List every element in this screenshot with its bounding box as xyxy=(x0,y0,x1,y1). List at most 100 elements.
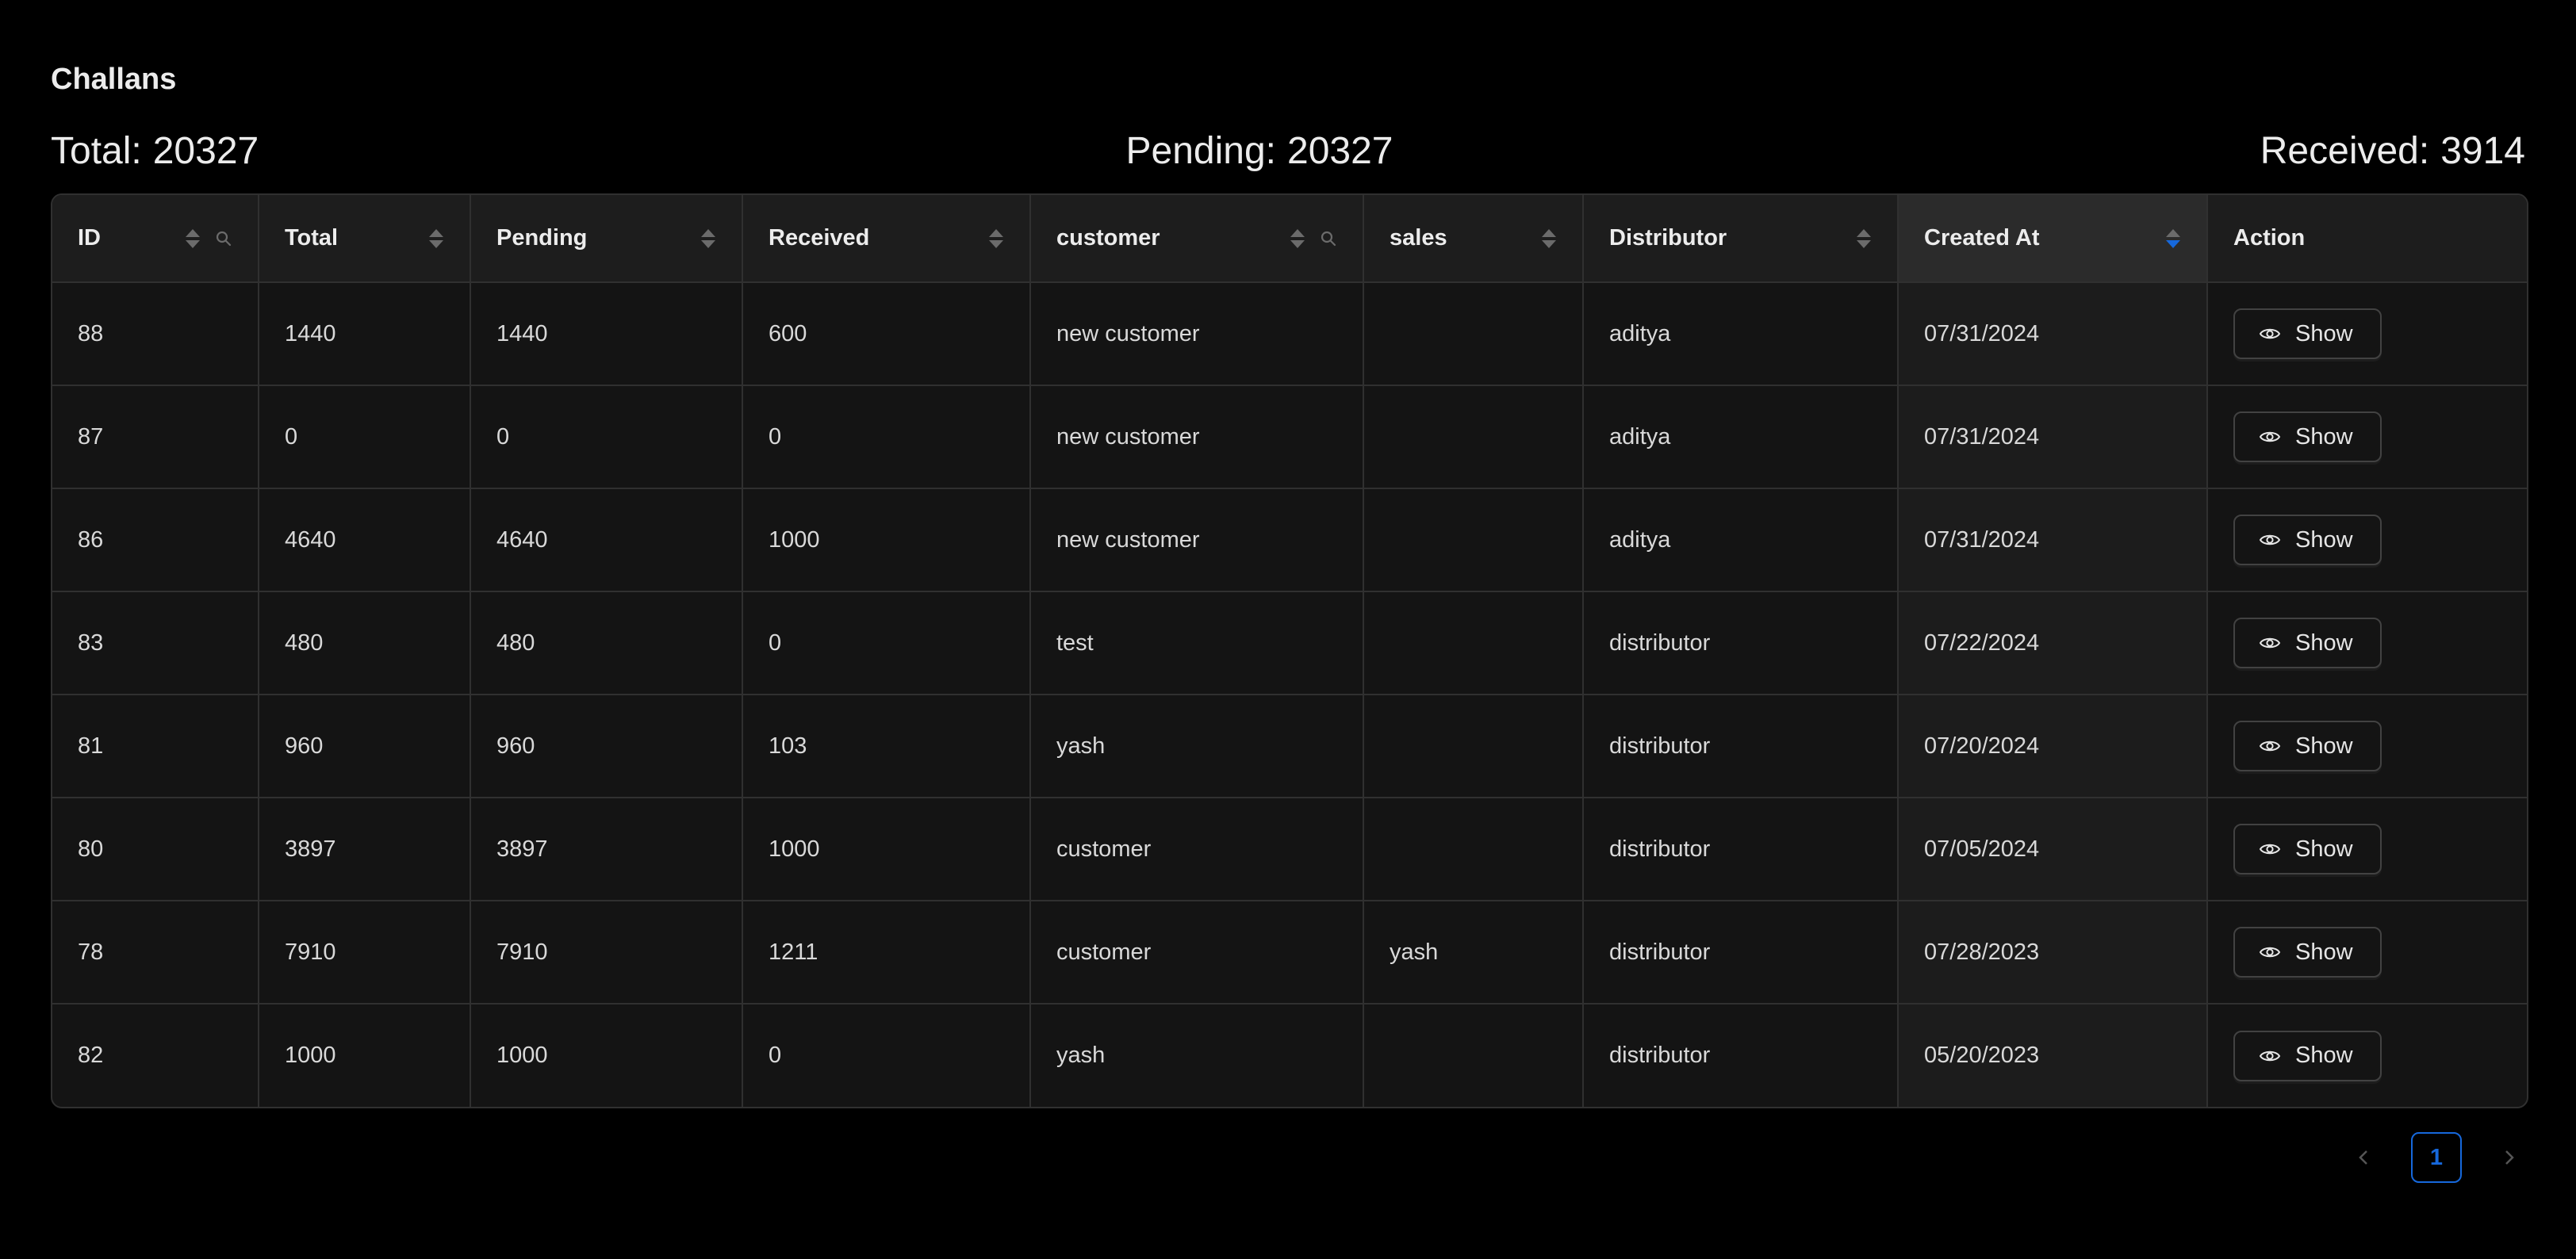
column-header-label: Action xyxy=(2233,225,2306,251)
header-row: ID Total Pending Received customer sales Distr… xyxy=(52,195,2527,283)
column-header-content: ID xyxy=(78,225,232,251)
column-header-total[interactable]: Total xyxy=(259,195,471,283)
search-icon[interactable] xyxy=(1320,230,1337,247)
column-header-id[interactable]: ID xyxy=(52,195,259,283)
cell-id: 83 xyxy=(52,591,259,695)
sort-icon[interactable] xyxy=(988,228,1004,248)
sort-icon[interactable] xyxy=(1541,228,1557,248)
sort-descend-icon xyxy=(701,239,715,248)
stat-received-value: 3914 xyxy=(2440,129,2525,172)
sort-ascend-icon xyxy=(1290,228,1305,237)
page-number-button[interactable]: 1 xyxy=(2411,1132,2462,1183)
cell-received: 0 xyxy=(742,385,1031,489)
cell-pending: 4640 xyxy=(470,488,743,592)
show-button[interactable]: Show xyxy=(2233,618,2382,668)
table-row: 81 960 960 103 yash distributor 07/20/2024 Show xyxy=(52,695,2527,798)
stat-pending-label: Pending: xyxy=(1125,129,1277,172)
cell-created-at: 07/22/2024 xyxy=(1898,591,2208,695)
show-button[interactable]: Show xyxy=(2233,515,2382,565)
show-button-label: Show xyxy=(2295,836,2353,862)
cell-total: 7910 xyxy=(259,901,471,1005)
sort-descend-icon xyxy=(1290,239,1305,248)
cell-id: 81 xyxy=(52,695,259,798)
show-button[interactable]: Show xyxy=(2233,824,2382,874)
column-header-sales[interactable]: sales xyxy=(1363,195,1584,283)
sort-descend-icon xyxy=(2166,239,2180,248)
cell-customer: yash xyxy=(1030,1004,1364,1107)
column-header-tools xyxy=(1290,228,1337,248)
cell-action: Show xyxy=(2207,488,2527,592)
cell-action: Show xyxy=(2207,282,2527,386)
show-button[interactable]: Show xyxy=(2233,411,2382,462)
sort-icon[interactable] xyxy=(700,228,716,248)
cell-id: 87 xyxy=(52,385,259,489)
cell-id: 88 xyxy=(52,282,259,386)
show-button[interactable]: Show xyxy=(2233,721,2382,771)
stat-received-label: Received: xyxy=(2260,129,2430,172)
column-header-content: sales xyxy=(1390,225,1557,251)
sort-ascend-icon xyxy=(2166,228,2180,237)
sort-icon[interactable] xyxy=(1856,228,1872,248)
cell-distributor: distributor xyxy=(1583,901,1899,1005)
sort-icon[interactable] xyxy=(185,228,201,248)
challans-table-container: ID Total Pending Received customer sales Distr… xyxy=(51,193,2528,1108)
sort-ascend-icon xyxy=(701,228,715,237)
cell-created-at: 07/28/2023 xyxy=(1898,901,2208,1005)
cell-sales xyxy=(1363,488,1584,592)
column-header-label: Pending xyxy=(496,225,588,251)
show-button-label: Show xyxy=(2295,733,2353,759)
cell-id: 86 xyxy=(52,488,259,592)
column-header-tools xyxy=(2165,228,2181,248)
cell-customer: new customer xyxy=(1030,488,1364,592)
column-header-pending[interactable]: Pending xyxy=(470,195,743,283)
cell-action: Show xyxy=(2207,798,2527,901)
sort-descend-icon xyxy=(429,239,443,248)
cell-total: 960 xyxy=(259,695,471,798)
sort-icon[interactable] xyxy=(428,228,444,248)
table-body: 88 1440 1440 600 new customer aditya 07/31/202… xyxy=(52,282,2527,1107)
column-header-distributor[interactable]: Distributor xyxy=(1583,195,1899,283)
column-header-received[interactable]: Received xyxy=(742,195,1031,283)
sort-ascend-icon xyxy=(1542,228,1556,237)
search-icon[interactable] xyxy=(215,230,232,247)
stat-pending-value: 20327 xyxy=(1287,129,1393,172)
show-button-label: Show xyxy=(2295,320,2353,346)
show-button-label: Show xyxy=(2295,630,2353,656)
eye-icon xyxy=(2259,431,2281,442)
stat-pending: Pending: 20327 xyxy=(1126,129,1393,173)
table-row: 83 480 480 0 test distributor 07/22/2024 Show xyxy=(52,591,2527,695)
cell-received: 0 xyxy=(742,591,1031,695)
cell-received: 0 xyxy=(742,1004,1031,1107)
cell-customer: test xyxy=(1030,591,1364,695)
column-header-content: Action xyxy=(2233,225,2501,251)
sort-icon[interactable] xyxy=(1290,228,1305,248)
cell-sales xyxy=(1363,282,1584,386)
eye-icon xyxy=(2259,637,2281,649)
show-button-label: Show xyxy=(2295,1043,2353,1068)
sort-ascend-icon xyxy=(989,228,1003,237)
cell-created-at: 07/05/2024 xyxy=(1898,798,2208,901)
pagination: 1 xyxy=(2348,1132,2525,1183)
cell-received: 600 xyxy=(742,282,1031,386)
show-button[interactable]: Show xyxy=(2233,1030,2382,1081)
prev-page-button[interactable] xyxy=(2348,1132,2379,1183)
column-header-label: Received xyxy=(769,225,870,251)
sort-descend-icon xyxy=(1542,239,1556,248)
cell-action: Show xyxy=(2207,901,2527,1005)
eye-icon xyxy=(2259,1050,2281,1061)
cell-customer: customer xyxy=(1030,901,1364,1005)
column-header-content: Total xyxy=(285,225,444,251)
cell-sales xyxy=(1363,1004,1584,1107)
cell-id: 82 xyxy=(52,1004,259,1107)
cell-pending: 1440 xyxy=(470,282,743,386)
column-header-customer[interactable]: customer xyxy=(1030,195,1364,283)
column-header-created-at[interactable]: Created At xyxy=(1898,195,2208,283)
cell-distributor: distributor xyxy=(1583,798,1899,901)
next-page-button[interactable] xyxy=(2494,1132,2525,1183)
sort-icon[interactable] xyxy=(2165,228,2181,248)
challans-table: ID Total Pending Received customer sales Distr… xyxy=(52,195,2527,1107)
show-button[interactable]: Show xyxy=(2233,308,2382,359)
show-button[interactable]: Show xyxy=(2233,927,2382,978)
cell-received: 1000 xyxy=(742,488,1031,592)
sort-ascend-icon xyxy=(186,228,200,237)
